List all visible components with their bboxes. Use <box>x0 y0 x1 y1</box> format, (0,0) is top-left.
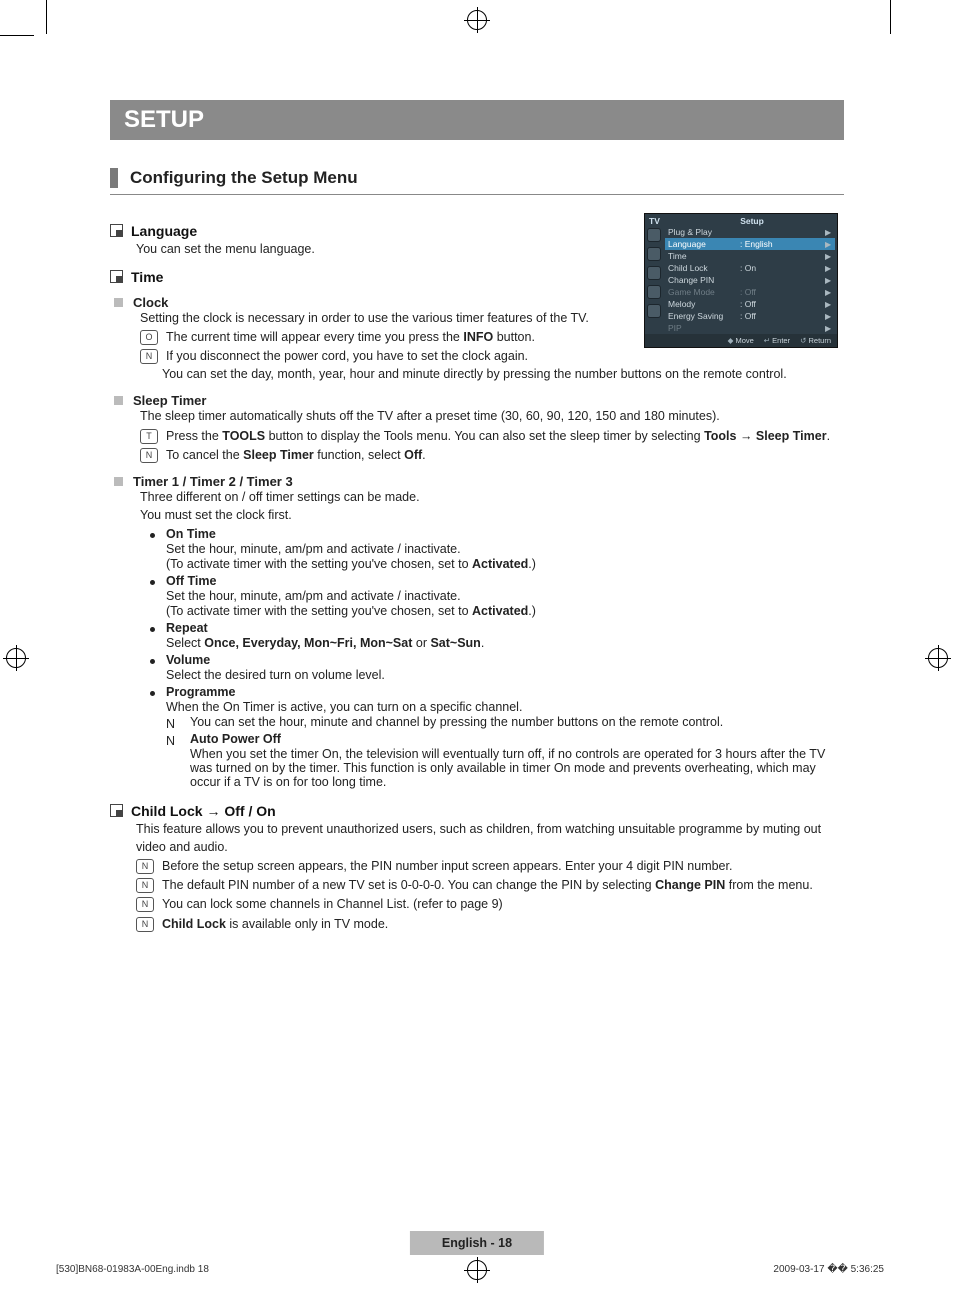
square-bullet-icon <box>110 804 123 817</box>
timers-body-1: Three different on / off timer settings … <box>140 489 844 507</box>
osd-row: Game Mode: Off▶ <box>665 286 835 298</box>
cropmark <box>0 35 34 36</box>
subhead-time-label: Time <box>131 269 163 285</box>
note-n-icon: N <box>136 859 154 874</box>
subhead-language-label: Language <box>131 223 197 239</box>
clock-note-1: The current time will appear every time … <box>166 328 634 346</box>
page-footer: English - 18 <box>410 1231 544 1255</box>
osd-caption: Setup <box>671 216 833 226</box>
print-meta-left: [530]BN68-01983A-00Eng.indb 18 <box>56 1264 209 1275</box>
osd-foot-move: Move <box>728 336 754 345</box>
subhead-time: Time <box>110 269 634 285</box>
info-o-icon: O <box>140 330 158 345</box>
note-n-icon: N <box>166 734 182 748</box>
subsub-sleep-timer: Sleep Timer <box>114 393 844 408</box>
note-n-icon: N <box>136 917 154 932</box>
osd-cat-icon <box>647 285 661 299</box>
note-n-icon: N <box>136 897 154 912</box>
note-n-icon: N <box>136 878 154 893</box>
cropmark <box>46 0 47 34</box>
grey-square-icon <box>114 477 123 486</box>
osd-tv-label: TV <box>649 216 671 226</box>
osd-row: Change PIN▶ <box>665 274 835 286</box>
subsub-timers-label: Timer 1 / Timer 2 / Timer 3 <box>133 474 293 489</box>
registration-mark-icon <box>467 1260 487 1280</box>
osd-footer: Move Enter Return <box>645 334 837 347</box>
osd-cat-icon <box>647 228 661 242</box>
registration-mark-icon <box>6 648 26 668</box>
cropmark <box>890 0 891 34</box>
osd-row: Plug & Play▶ <box>665 226 835 238</box>
sleep-note-1: Press the TOOLS button to display the To… <box>166 427 844 445</box>
bullet-repeat: Repeat Select Once, Everyday, Mon~Fri, M… <box>148 621 844 650</box>
section-rule <box>110 194 844 195</box>
square-bullet-icon <box>110 270 123 283</box>
childlock-note-1: Before the setup screen appears, the PIN… <box>162 857 844 875</box>
subhead-language: Language <box>110 223 634 239</box>
subhead-child-lock-label: Child Lock → Off / On <box>131 803 276 819</box>
tools-t-icon: T <box>140 429 158 444</box>
page-banner: SETUP <box>110 100 844 140</box>
grey-square-icon <box>114 396 123 405</box>
childlock-note-2: The default PIN number of a new TV set i… <box>162 876 844 894</box>
registration-mark-icon <box>467 10 487 30</box>
subsub-timers: Timer 1 / Timer 2 / Timer 3 <box>114 474 844 489</box>
note-n-icon: N <box>166 717 182 731</box>
bullet-programme: Programme When the On Timer is active, y… <box>148 685 844 789</box>
sleep-note-2: To cancel the Sleep Timer function, sele… <box>166 446 844 464</box>
osd-cat-icon <box>647 247 661 261</box>
osd-foot-return: Return <box>800 336 831 345</box>
childlock-note-3: You can lock some channels in Channel Li… <box>162 895 844 913</box>
sleep-body: The sleep timer automatically shuts off … <box>140 408 844 426</box>
childlock-body: This feature allows you to prevent unaut… <box>136 821 844 856</box>
subhead-child-lock: Child Lock → Off / On <box>110 803 844 819</box>
clock-note-2b: You can set the day, month, year, hour a… <box>162 365 844 383</box>
osd-row: Language: English▶ <box>665 238 835 250</box>
osd-row: Melody: Off▶ <box>665 298 835 310</box>
childlock-note-4: Child Lock is available only in TV mode. <box>162 915 844 933</box>
osd-side-icons <box>645 226 663 334</box>
subsub-clock-label: Clock <box>133 295 168 310</box>
subsub-sleep-timer-label: Sleep Timer <box>133 393 206 408</box>
registration-mark-icon <box>928 648 948 668</box>
grey-square-icon <box>114 298 123 307</box>
clock-note-2: If you disconnect the power cord, you ha… <box>166 347 634 365</box>
osd-foot-enter: Enter <box>764 336 790 345</box>
osd-cat-icon <box>647 304 661 318</box>
osd-row: Energy Saving: Off▶ <box>665 310 835 322</box>
programme-note-1: You can set the hour, minute and channel… <box>190 715 723 729</box>
bullet-on-time: On Time Set the hour, minute, am/pm and … <box>148 527 844 571</box>
osd-row: Time▶ <box>665 250 835 262</box>
note-n-icon: N <box>140 349 158 364</box>
print-meta-right: 2009-03-17 �� 5:36:25 <box>773 1264 884 1275</box>
subsub-clock: Clock <box>114 295 634 310</box>
osd-row: Child Lock: On▶ <box>665 262 835 274</box>
square-bullet-icon <box>110 224 123 237</box>
clock-body: Setting the clock is necessary in order … <box>140 310 634 328</box>
note-n-icon: N <box>140 448 158 463</box>
bullet-volume: Volume Select the desired turn on volume… <box>148 653 844 682</box>
language-body: You can set the menu language. <box>136 241 634 259</box>
timers-body-2: You must set the clock first. <box>140 507 844 525</box>
bullet-off-time: Off Time Set the hour, minute, am/pm and… <box>148 574 844 618</box>
osd-cat-icon <box>647 266 661 280</box>
programme-note-2: Auto Power Off When you set the timer On… <box>190 732 844 789</box>
section-heading: Configuring the Setup Menu <box>110 168 844 188</box>
osd-row: PIP▶ <box>665 322 835 334</box>
osd-setup-menu: TV Setup Plug & Play▶ La <box>644 213 838 348</box>
